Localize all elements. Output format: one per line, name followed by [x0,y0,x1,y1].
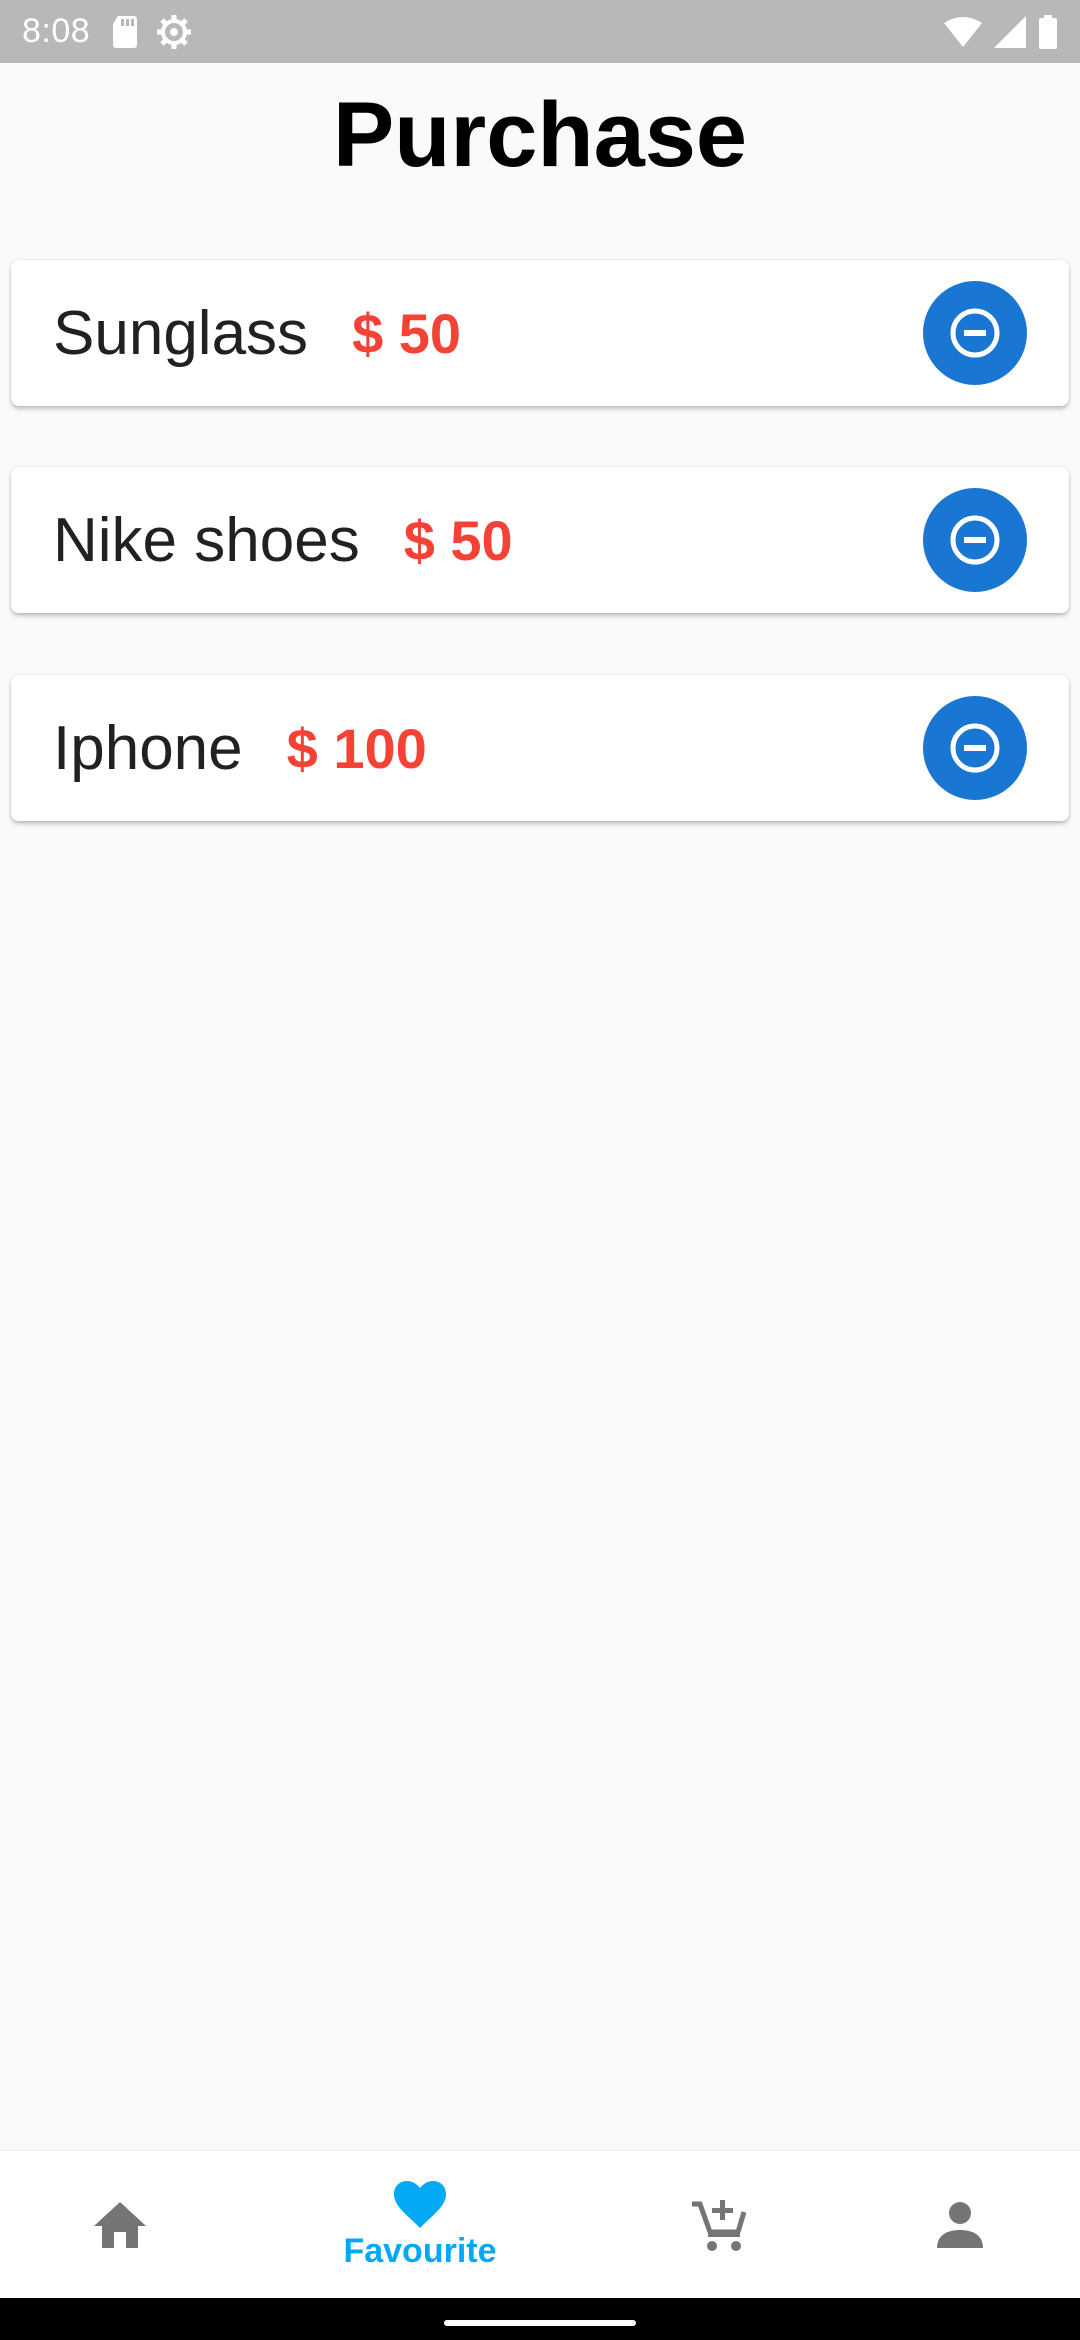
nav-item-favourite[interactable]: Favourite [320,2151,520,2299]
status-bar: 8:08 [0,0,1080,63]
nav-item-home[interactable] [60,2151,180,2299]
heart-icon [394,2180,446,2228]
status-time: 8:08 [22,12,91,50]
add-to-cart-icon [692,2200,747,2251]
person-icon [937,2202,983,2248]
sd-card-icon [112,15,138,48]
item-price: $ 100 [286,716,427,780]
purchase-item-card: Iphone $ 100 [11,675,1069,821]
status-notification-icons [112,14,192,50]
item-name: Iphone [53,713,243,783]
home-icon [94,2202,146,2248]
gesture-handle[interactable] [444,2320,636,2326]
remove-circle-icon [950,515,1000,565]
remove-item-button[interactable] [923,696,1027,800]
gesture-navigation-bar [0,2298,1080,2340]
remove-circle-icon [950,308,1000,358]
purchase-item-card: Sunglass $ 50 [11,260,1069,406]
status-system-icons [944,14,1058,49]
item-price: $ 50 [352,301,462,365]
remove-circle-icon [950,723,1000,773]
wifi-icon [944,16,982,47]
nav-label-favourite: Favourite [343,2231,497,2270]
remove-item-button[interactable] [923,488,1027,592]
item-name: Sunglass [53,298,309,368]
page-title: Purchase [332,84,748,186]
cell-signal-icon [994,15,1026,48]
remove-item-button[interactable] [923,281,1027,385]
settings-gear-icon [156,14,192,50]
purchase-item-card: Nike shoes $ 50 [11,467,1069,613]
nav-item-profile[interactable] [900,2151,1020,2299]
bottom-navigation: Favourite [0,2150,1080,2298]
nav-item-cart[interactable] [660,2151,780,2299]
battery-icon [1038,14,1058,49]
item-name: Nike shoes [53,505,360,575]
item-price: $ 50 [403,508,513,572]
